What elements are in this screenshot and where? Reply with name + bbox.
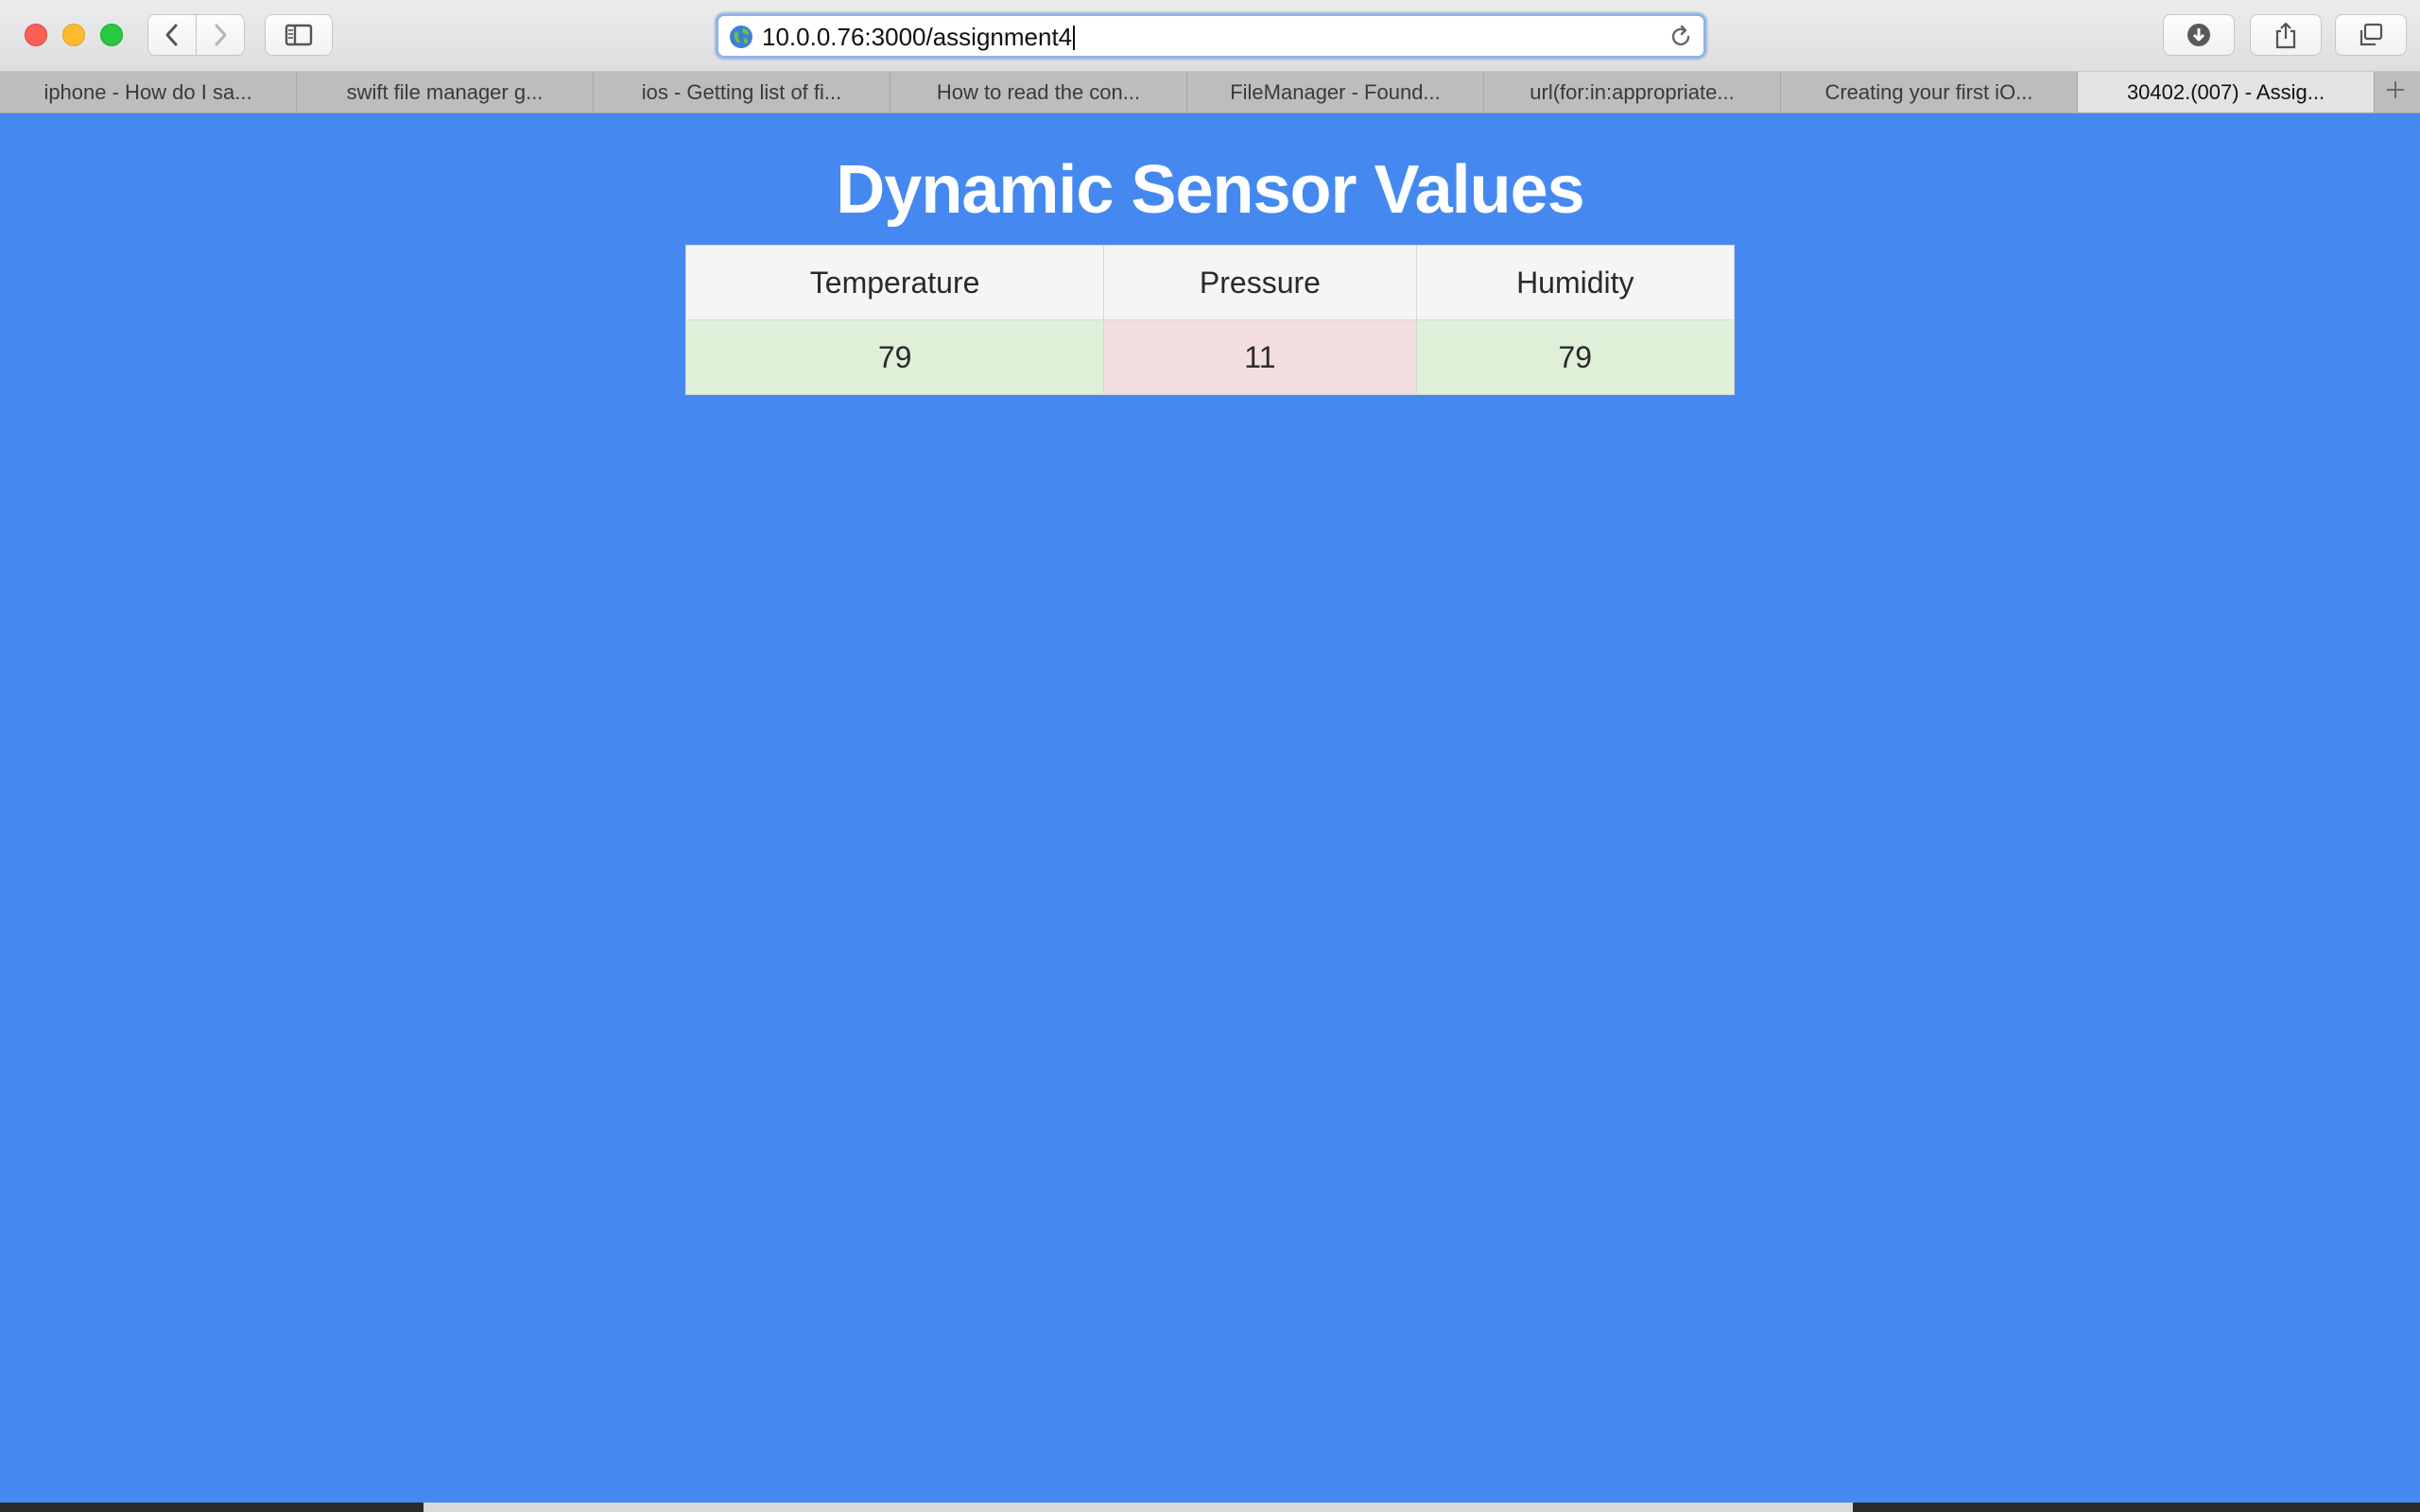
- page-title: Dynamic Sensor Values: [836, 152, 1584, 228]
- tab-label: ios - Getting list of fi...: [641, 79, 842, 104]
- tab[interactable]: Creating your first iO...: [1781, 72, 2078, 112]
- tab-bar: iphone - How do I sa... swift file manag…: [0, 72, 2420, 113]
- tab[interactable]: How to read the con...: [890, 72, 1187, 112]
- web-page: Dynamic Sensor Values Temperature Pressu…: [0, 113, 2420, 1503]
- tab-label: iphone - How do I sa...: [43, 79, 252, 104]
- tab-label: 30402.(007) - Assig...: [2126, 79, 2325, 104]
- browser-toolbar: 10.0.0.76:3000/assignment4: [0, 0, 2420, 72]
- download-icon: [2186, 22, 2212, 48]
- minimize-window-button[interactable]: [62, 24, 85, 46]
- show-all-tabs-button[interactable]: [2335, 14, 2407, 56]
- tab-label: swift file manager g...: [346, 79, 544, 104]
- terminal-window-edge[interactable]: [424, 1503, 1853, 1512]
- close-window-button[interactable]: [25, 24, 47, 46]
- new-tab-button[interactable]: [2375, 72, 2416, 112]
- sidebar-icon: [285, 24, 313, 46]
- table-row: 79 11 79: [684, 319, 1736, 395]
- tab-label: Creating your first iO...: [1824, 79, 2033, 104]
- maximize-window-button[interactable]: [100, 24, 123, 46]
- downloads-button[interactable]: [2163, 14, 2235, 56]
- sidebar-toggle-button[interactable]: [265, 14, 333, 56]
- reload-icon[interactable]: [1668, 24, 1694, 55]
- tab[interactable]: url(for:in:appropriate...: [1484, 72, 1781, 112]
- tab-label: FileManager - Found...: [1230, 79, 1441, 104]
- pressure-value: 11: [1103, 319, 1417, 395]
- globe-icon: [728, 24, 754, 55]
- tab[interactable]: ios - Getting list of fi...: [594, 72, 890, 112]
- chevron-right-icon: [211, 22, 230, 48]
- column-header-temperature: Temperature: [684, 245, 1105, 320]
- tabs-overview-icon: [2358, 23, 2384, 47]
- tab[interactable]: FileManager - Found...: [1187, 72, 1484, 112]
- forward-button[interactable]: [196, 14, 245, 56]
- url-input[interactable]: 10.0.0.76:3000/assignment4: [762, 24, 1075, 50]
- column-header-pressure: Pressure: [1103, 245, 1417, 320]
- address-bar[interactable]: 10.0.0.76:3000/assignment4: [716, 13, 1706, 59]
- tab-active[interactable]: 30402.(007) - Assig...: [2078, 72, 2375, 112]
- share-icon: [2273, 21, 2298, 49]
- temperature-value: 79: [684, 319, 1105, 395]
- tab-label: How to read the con...: [936, 79, 1141, 104]
- plus-icon: [2385, 79, 2406, 105]
- share-button[interactable]: [2250, 14, 2322, 56]
- sensor-table: Temperature Pressure Humidity 79 11 79: [684, 245, 1736, 395]
- back-button[interactable]: [147, 14, 197, 56]
- column-header-humidity: Humidity: [1415, 245, 1736, 320]
- tab[interactable]: iphone - How do I sa...: [0, 72, 297, 112]
- table-header-row: Temperature Pressure Humidity: [684, 245, 1736, 320]
- humidity-value: 79: [1415, 319, 1736, 395]
- chevron-left-icon: [163, 22, 182, 48]
- tab-label: url(for:in:appropriate...: [1530, 79, 1735, 104]
- tab[interactable]: swift file manager g...: [297, 72, 594, 112]
